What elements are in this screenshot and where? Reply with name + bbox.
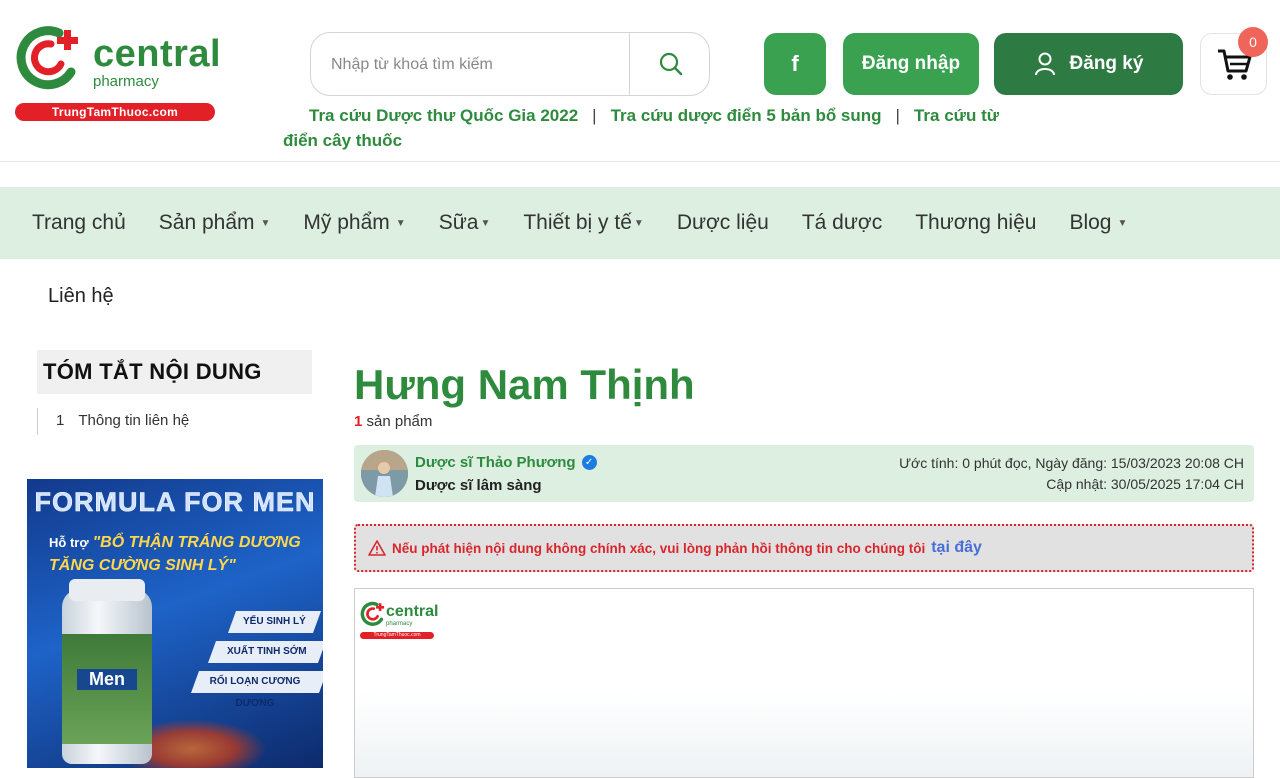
main-content: Hưng Nam Thịnh 1 sản phẩm Dược sĩ Thảo P… <box>354 360 1254 778</box>
bottle-men-label: Men <box>77 669 137 690</box>
toc-title: TÓM TẮT NỘI DUNG <box>37 350 312 394</box>
toc-item-number: 1 <box>56 412 65 429</box>
nav-item-blog[interactable]: Blog ▼ <box>1069 211 1127 235</box>
nav-item-medical-devices[interactable]: Thiết bị y tế ▼ <box>523 211 643 235</box>
quick-link-duoc-thu[interactable]: Tra cứu Dược thư Quốc Gia 2022 <box>309 106 578 125</box>
user-icon <box>1034 52 1055 76</box>
watermark-logo: central pharmacy TrungTamThuoc.com <box>360 601 438 641</box>
search-button[interactable] <box>629 33 711 95</box>
banner-tag: YẾU SINH LÝ <box>227 611 322 633</box>
nav-label: Thiết bị y tế <box>523 211 632 234</box>
author-name-text: Dược sĩ Thảo Phương <box>415 454 576 471</box>
nav-label: Thương hiệu <box>915 211 1037 234</box>
caret-down-icon: ▼ <box>395 217 406 229</box>
nav-item-herbal[interactable]: Dược liệu <box>677 211 769 235</box>
breadcrumb[interactable]: Liên hệ <box>48 285 114 308</box>
search-box <box>310 32 710 96</box>
nav-label: Trang chủ <box>32 211 126 234</box>
watermark-domain: TrungTamThuoc.com <box>360 632 434 639</box>
feedback-alert: Nếu phát hiện nội dung không chính xác, … <box>354 524 1254 572</box>
nav-item-milk[interactable]: Sữa ▼ <box>439 211 491 235</box>
facebook-button[interactable]: f <box>764 33 826 95</box>
banner-tag: RỐI LOẠN CƯƠNG DƯƠNG <box>190 671 323 709</box>
logo-domain: TrungTamThuoc.com <box>15 103 215 121</box>
logo-sub: pharmacy <box>93 73 159 90</box>
product-count-label: sản phẩm <box>366 413 433 430</box>
nav-item-products[interactable]: Sản phẩm ▼ <box>159 211 271 235</box>
quick-links: Tra cứu Dược thư Quốc Gia 2022 | Tra cứu d… <box>283 103 1003 153</box>
product-ad-banner[interactable]: FORMULA FOR MEN Hỗ trợ "BỔ THẬN TRÁNG DƯƠ… <box>27 479 323 768</box>
nav-item-home[interactable]: Trang chủ <box>32 211 126 235</box>
feedback-link[interactable]: tại đây <box>931 539 982 557</box>
facebook-icon: f <box>791 51 799 76</box>
post-meta: Ước tính: 0 phút đọc, Ngày đăng: 15/03/2… <box>899 453 1244 495</box>
toc-list: 1 Thông tin liên hệ <box>37 408 312 435</box>
quick-link-duoc-dien[interactable]: Tra cứu dược điển 5 bản bổ sung <box>611 106 882 125</box>
quick-link-separator: | <box>895 106 900 125</box>
banner-tag-label: RỐI LOẠN CƯƠNG DƯƠNG <box>209 676 301 709</box>
nav-item-excipients[interactable]: Tá dược <box>802 211 882 235</box>
search-icon <box>659 52 682 76</box>
register-label: Đăng ký <box>1069 53 1144 74</box>
verified-icon: ✓ <box>581 455 597 470</box>
nav-label: Mỹ phẩm <box>303 211 390 234</box>
banner-slogan: Hỗ trợ "BỔ THẬN TRÁNG DƯƠNG TĂNG CƯỜNG SI… <box>49 531 319 577</box>
logo[interactable]: central pharmacy TrungTamThuoc.com <box>15 22 221 122</box>
banner-lead: Hỗ trợ <box>49 535 89 550</box>
login-button[interactable]: Đăng nhập <box>843 33 979 95</box>
caret-down-icon: ▼ <box>480 217 491 229</box>
watermark-sub: pharmacy <box>386 621 413 627</box>
post-meta-updated: Cập nhật: 30/05/2025 17:04 CH <box>1046 476 1244 492</box>
quick-link-separator: | <box>592 106 597 125</box>
caret-down-icon: ▼ <box>1117 217 1128 229</box>
logo-mark-icon <box>16 26 78 90</box>
caret-down-icon: ▼ <box>260 217 271 229</box>
register-button[interactable]: Đăng ký <box>994 33 1183 95</box>
nav-label: Sữa <box>438 211 479 234</box>
banner-title: FORMULA FOR MEN <box>34 487 316 518</box>
avatar-photo <box>361 450 408 497</box>
page-title: Hưng Nam Thịnh <box>354 361 695 408</box>
featured-image: central pharmacy TrungTamThuoc.com <box>354 588 1254 778</box>
warning-icon <box>368 540 386 556</box>
logo-brand: central <box>93 33 222 75</box>
avatar[interactable] <box>361 450 408 497</box>
author-name[interactable]: Dược sĩ Thảo Phương ✓ <box>415 454 597 471</box>
main-nav: Trang chủ Sản phẩm ▼ Mỹ phẩm ▼ Sữa ▼ Thiết … <box>0 187 1280 259</box>
nav-item-brands[interactable]: Thương hiệu <box>915 211 1036 235</box>
watermark-brand: central <box>386 603 439 620</box>
author-role: Dược sĩ lâm sàng <box>415 477 542 494</box>
nav-label: Sản phẩm <box>158 211 255 234</box>
toc-item[interactable]: 1 Thông tin liên hệ <box>56 412 312 429</box>
table-of-contents: TÓM TẮT NỘI DUNG 1 Thông tin liên hệ <box>37 350 312 435</box>
nav-label: Dược liệu <box>676 211 769 234</box>
site-header: central pharmacy TrungTamThuoc.com f Đăn… <box>0 0 1280 162</box>
nav-label: Blog <box>1069 211 1112 234</box>
alert-text: Nếu phát hiện nội dung không chính xác, … <box>392 540 926 556</box>
banner-tag-label: YẾU SINH LÝ <box>243 616 306 627</box>
cart-count-badge: 0 <box>1238 27 1268 57</box>
search-input[interactable] <box>331 51 621 79</box>
banner-tag-label: XUẤT TINH SỚM <box>227 646 307 657</box>
logo-mark-icon <box>360 601 385 626</box>
nav-item-cosmetics[interactable]: Mỹ phẩm ▼ <box>303 211 405 235</box>
post-meta-published: Ước tính: 0 phút đọc, Ngày đăng: 15/03/2… <box>899 455 1244 471</box>
caret-down-icon: ▼ <box>633 217 644 229</box>
bottle-cap <box>69 579 145 601</box>
banner-tag: XUẤT TINH SỚM <box>207 641 323 663</box>
toc-item-label: Thông tin liên hệ <box>78 412 190 429</box>
product-count: 1 sản phẩm <box>354 413 1254 430</box>
nav-label: Tá dược <box>801 211 883 234</box>
author-box: Dược sĩ Thảo Phương ✓ Dược sĩ lâm sàng Ướ… <box>354 445 1254 502</box>
product-count-number: 1 <box>354 413 363 430</box>
login-label: Đăng nhập <box>861 53 961 74</box>
